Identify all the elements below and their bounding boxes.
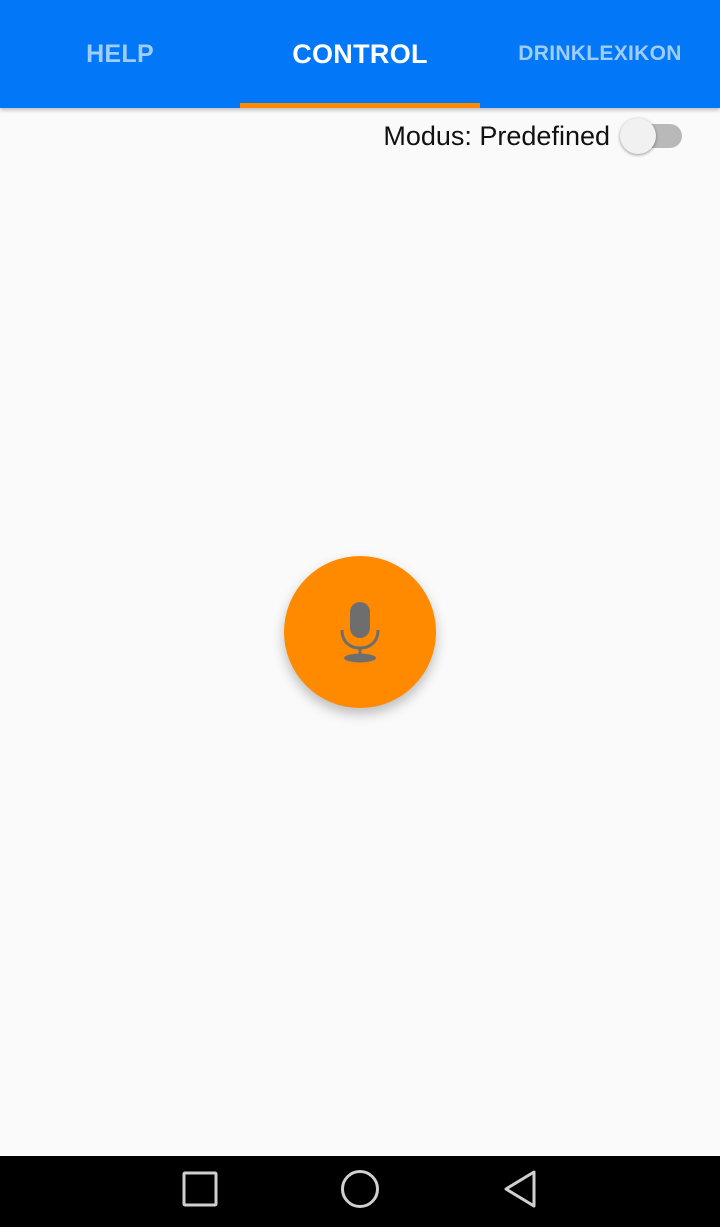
tab-help[interactable]: HELP (0, 0, 240, 108)
tab-drinklexikon-label: DRINKLEXIKON (518, 42, 682, 65)
recents-button[interactable] (160, 1156, 240, 1227)
system-nav-bar (0, 1156, 720, 1227)
mode-label: Modus: Predefined (383, 120, 610, 151)
circle-icon (340, 1169, 380, 1214)
tab-control[interactable]: CONTROL (240, 0, 480, 108)
mode-switch[interactable] (620, 116, 682, 156)
tab-help-label: HELP (86, 39, 154, 68)
tab-control-label: CONTROL (292, 38, 428, 69)
back-button[interactable] (480, 1156, 560, 1227)
tab-bar: HELP CONTROL DRINKLEXIKON (0, 0, 720, 108)
microphone-button[interactable] (284, 556, 436, 708)
mode-switch-thumb (620, 118, 656, 154)
mode-row: Modus: Predefined (383, 114, 682, 158)
square-icon (182, 1171, 218, 1212)
triangle-back-icon (502, 1169, 538, 1214)
microphone-icon (338, 600, 382, 664)
tab-drinklexikon[interactable]: DRINKLEXIKON (480, 0, 720, 108)
home-button[interactable] (320, 1156, 400, 1227)
app-screen: HELP CONTROL DRINKLEXIKON Modus: Predefi… (0, 0, 720, 1227)
active-tab-indicator (240, 103, 480, 108)
